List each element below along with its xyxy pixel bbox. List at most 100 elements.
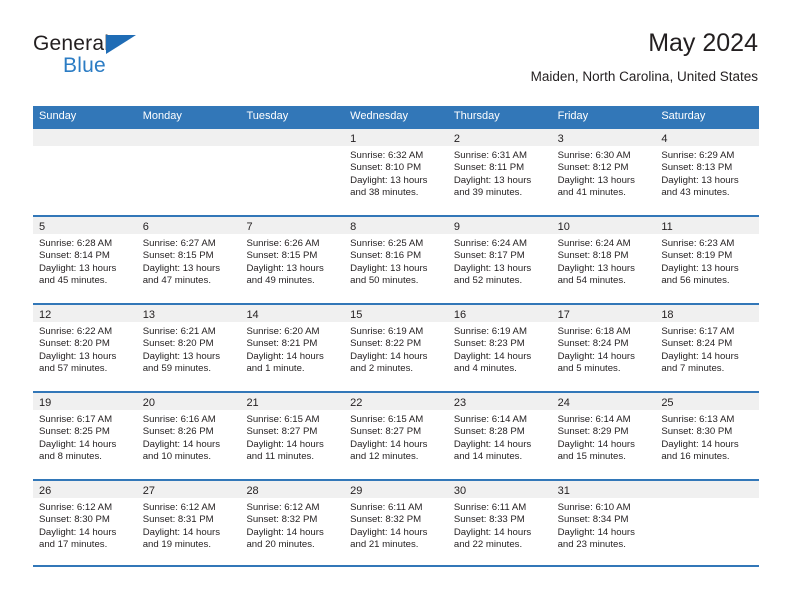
sunrise-text: Sunrise: 6:12 AM [142,502,216,513]
day-number: 22 [350,397,363,409]
sunrise-text: Sunrise: 6:28 AM [39,238,113,249]
daylight-text: Daylight: 14 hours [246,350,324,362]
day-number-band: 26 [33,481,137,498]
day-number: 24 [557,397,570,409]
daylight-text: Daylight: 14 hours [453,438,532,450]
calendar-day-cell[interactable]: 19 Sunrise: 6:17 AM Sunset: 8:25 PM Dayligh… [33,393,137,479]
sunrise-text: Sunrise: 6:26 AM [246,238,320,249]
daylight-text: Daylight: 14 hours [246,526,324,538]
daylight-text: Daylight: 14 hours [661,438,739,450]
daylight-text-cont: and 57 minutes. [39,362,108,374]
day-number: 30 [453,485,467,497]
day-details: Sunrise: 6:11 AM Sunset: 8:33 PM Daylight:… [448,498,552,551]
sunset-text: Sunset: 8:20 PM [142,338,214,350]
calendar-day-cell[interactable]: 11 Sunrise: 6:23 AM Sunset: 8:19 PM Dayligh… [655,217,760,303]
daylight-text: Daylight: 14 hours [246,438,324,450]
calendar-day-cell-empty [655,481,760,565]
calendar-day-cell[interactable]: 20 Sunrise: 6:16 AM Sunset: 8:26 PM Dayligh… [136,393,241,479]
sunrise-text: Sunrise: 6:24 AM [453,238,527,249]
day-details: Sunrise: 6:12 AM Sunset: 8:31 PM Daylight:… [137,498,241,551]
calendar-day-cell[interactable]: 24 Sunrise: 6:14 AM Sunset: 8:29 PM Dayligh… [551,393,656,479]
calendar-day-cell[interactable]: 17 Sunrise: 6:18 AM Sunset: 8:24 PM Dayligh… [551,305,656,391]
calendar-day-cell[interactable]: 3 Sunrise: 6:30 AM Sunset: 8:12 PM Daylight… [551,129,656,215]
calendar-day-cell[interactable]: 29 Sunrise: 6:11 AM Sunset: 8:32 PM Dayligh… [344,481,448,565]
sunrise-text: Sunrise: 6:21 AM [142,326,216,337]
sunset-text: Sunset: 8:15 PM [142,250,214,262]
day-number: 4 [661,133,668,145]
logo-text-blue: Blue [63,54,106,77]
calendar-day-cell[interactable]: 27 Sunrise: 6:12 AM Sunset: 8:31 PM Dayligh… [136,481,241,565]
weekday-header-monday: Monday [142,110,182,122]
sunrise-text: Sunrise: 6:19 AM [350,326,424,337]
day-details [33,146,137,150]
calendar-day-cell[interactable]: 16 Sunrise: 6:19 AM Sunset: 8:23 PM Dayligh… [447,305,552,391]
daylight-text-cont: and 16 minutes. [661,450,730,462]
day-number-band: 6 [136,217,241,234]
day-details: Sunrise: 6:11 AM Sunset: 8:32 PM Daylight:… [344,498,448,551]
calendar-day-cell[interactable]: 22 Sunrise: 6:15 AM Sunset: 8:27 PM Dayligh… [344,393,448,479]
daylight-text: Daylight: 13 hours [142,350,221,362]
day-details: Sunrise: 6:19 AM Sunset: 8:23 PM Daylight:… [448,322,552,375]
day-number-band: 15 [344,305,448,322]
sunset-text: Sunset: 8:13 PM [661,162,733,174]
calendar-day-cell-empty [136,129,241,215]
sunset-text: Sunset: 8:19 PM [661,250,733,262]
calendar-day-cell[interactable]: 15 Sunrise: 6:19 AM Sunset: 8:22 PM Dayligh… [344,305,448,391]
calendar-day-cell[interactable]: 12 Sunrise: 6:22 AM Sunset: 8:20 PM Dayligh… [33,305,137,391]
calendar-day-cell[interactable]: 30 Sunrise: 6:11 AM Sunset: 8:33 PM Dayligh… [447,481,552,565]
calendar-day-cell[interactable]: 5 Sunrise: 6:28 AM Sunset: 8:14 PM Daylight… [33,217,137,303]
daylight-text: Daylight: 14 hours [142,526,221,538]
calendar-day-cell[interactable]: 1 Sunrise: 6:32 AM Sunset: 8:10 PM Daylight… [344,129,448,215]
sunrise-text: Sunrise: 6:27 AM [142,238,216,249]
day-details: Sunrise: 6:17 AM Sunset: 8:24 PM Daylight:… [655,322,759,375]
daylight-text-cont: and 38 minutes. [350,186,419,198]
calendar-day-cell[interactable]: 23 Sunrise: 6:14 AM Sunset: 8:28 PM Dayligh… [447,393,552,479]
calendar-day-cell[interactable]: 14 Sunrise: 6:20 AM Sunset: 8:21 PM Dayligh… [240,305,345,391]
day-number: 2 [453,133,460,145]
calendar-day-cell[interactable]: 28 Sunrise: 6:12 AM Sunset: 8:32 PM Dayligh… [240,481,345,565]
general-blue-logo: General Blue [33,32,213,88]
calendar-day-cell[interactable]: 7 Sunrise: 6:26 AM Sunset: 8:15 PM Daylight… [240,217,345,303]
calendar-weeks: 1 Sunrise: 6:32 AM Sunset: 8:10 PM Daylight… [33,127,760,567]
calendar-day-cell[interactable]: 31 Sunrise: 6:10 AM Sunset: 8:34 PM Dayligh… [551,481,656,565]
calendar-day-cell-empty [33,129,137,215]
calendar-day-cell[interactable]: 10 Sunrise: 6:24 AM Sunset: 8:18 PM Dayligh… [551,217,656,303]
daylight-text: Daylight: 13 hours [350,262,428,274]
page-subtitle: Maiden, North Carolina, United States [530,69,758,84]
calendar-day-cell[interactable]: 9 Sunrise: 6:24 AM Sunset: 8:17 PM Daylight… [447,217,552,303]
title-block: May 2024 Maiden, North Carolina, United … [531,28,758,87]
day-details: Sunrise: 6:14 AM Sunset: 8:28 PM Daylight:… [448,410,552,463]
daylight-text: Daylight: 13 hours [39,350,117,362]
page-title: May 2024 [648,29,758,57]
calendar-day-cell[interactable]: 21 Sunrise: 6:15 AM Sunset: 8:27 PM Dayligh… [240,393,345,479]
day-number: 29 [350,485,363,497]
daylight-text: Daylight: 14 hours [350,350,428,362]
day-number-band: 12 [33,305,137,322]
day-details: Sunrise: 6:20 AM Sunset: 8:21 PM Daylight:… [240,322,344,375]
sunset-text: Sunset: 8:18 PM [557,250,629,262]
calendar-day-cell[interactable]: 25 Sunrise: 6:13 AM Sunset: 8:30 PM Dayligh… [655,393,760,479]
calendar-day-cell[interactable]: 6 Sunrise: 6:27 AM Sunset: 8:15 PM Daylight… [136,217,241,303]
calendar-day-cell[interactable]: 4 Sunrise: 6:29 AM Sunset: 8:13 PM Daylight… [655,129,760,215]
day-number: 15 [350,309,363,321]
day-details: Sunrise: 6:31 AM Sunset: 8:11 PM Daylight:… [448,146,552,199]
day-number-band: 20 [136,393,241,410]
calendar-day-cell-empty [240,129,345,215]
daylight-text-cont: and 17 minutes. [39,538,108,550]
calendar-day-cell[interactable]: 13 Sunrise: 6:21 AM Sunset: 8:20 PM Dayligh… [136,305,241,391]
day-number: 23 [453,397,467,409]
day-number-band: 8 [344,217,448,234]
day-number: 28 [246,485,259,497]
day-details: Sunrise: 6:22 AM Sunset: 8:20 PM Daylight:… [33,322,137,375]
calendar-day-cell[interactable]: 26 Sunrise: 6:12 AM Sunset: 8:30 PM Dayligh… [33,481,137,565]
day-number: 17 [557,309,570,321]
day-number: 3 [557,133,564,145]
calendar-week-row: 5 Sunrise: 6:28 AM Sunset: 8:14 PM Daylight… [33,215,760,303]
daylight-text: Daylight: 13 hours [246,262,324,274]
calendar-day-cell[interactable]: 8 Sunrise: 6:25 AM Sunset: 8:16 PM Daylight… [344,217,448,303]
calendar-week-row: 26 Sunrise: 6:12 AM Sunset: 8:30 PM Dayligh… [33,479,760,567]
calendar-day-cell[interactable]: 2 Sunrise: 6:31 AM Sunset: 8:11 PM Daylight… [447,129,552,215]
sunrise-text: Sunrise: 6:25 AM [350,238,424,249]
calendar-day-cell[interactable]: 18 Sunrise: 6:17 AM Sunset: 8:24 PM Dayligh… [655,305,760,391]
daylight-text-cont: and 41 minutes. [557,186,626,198]
